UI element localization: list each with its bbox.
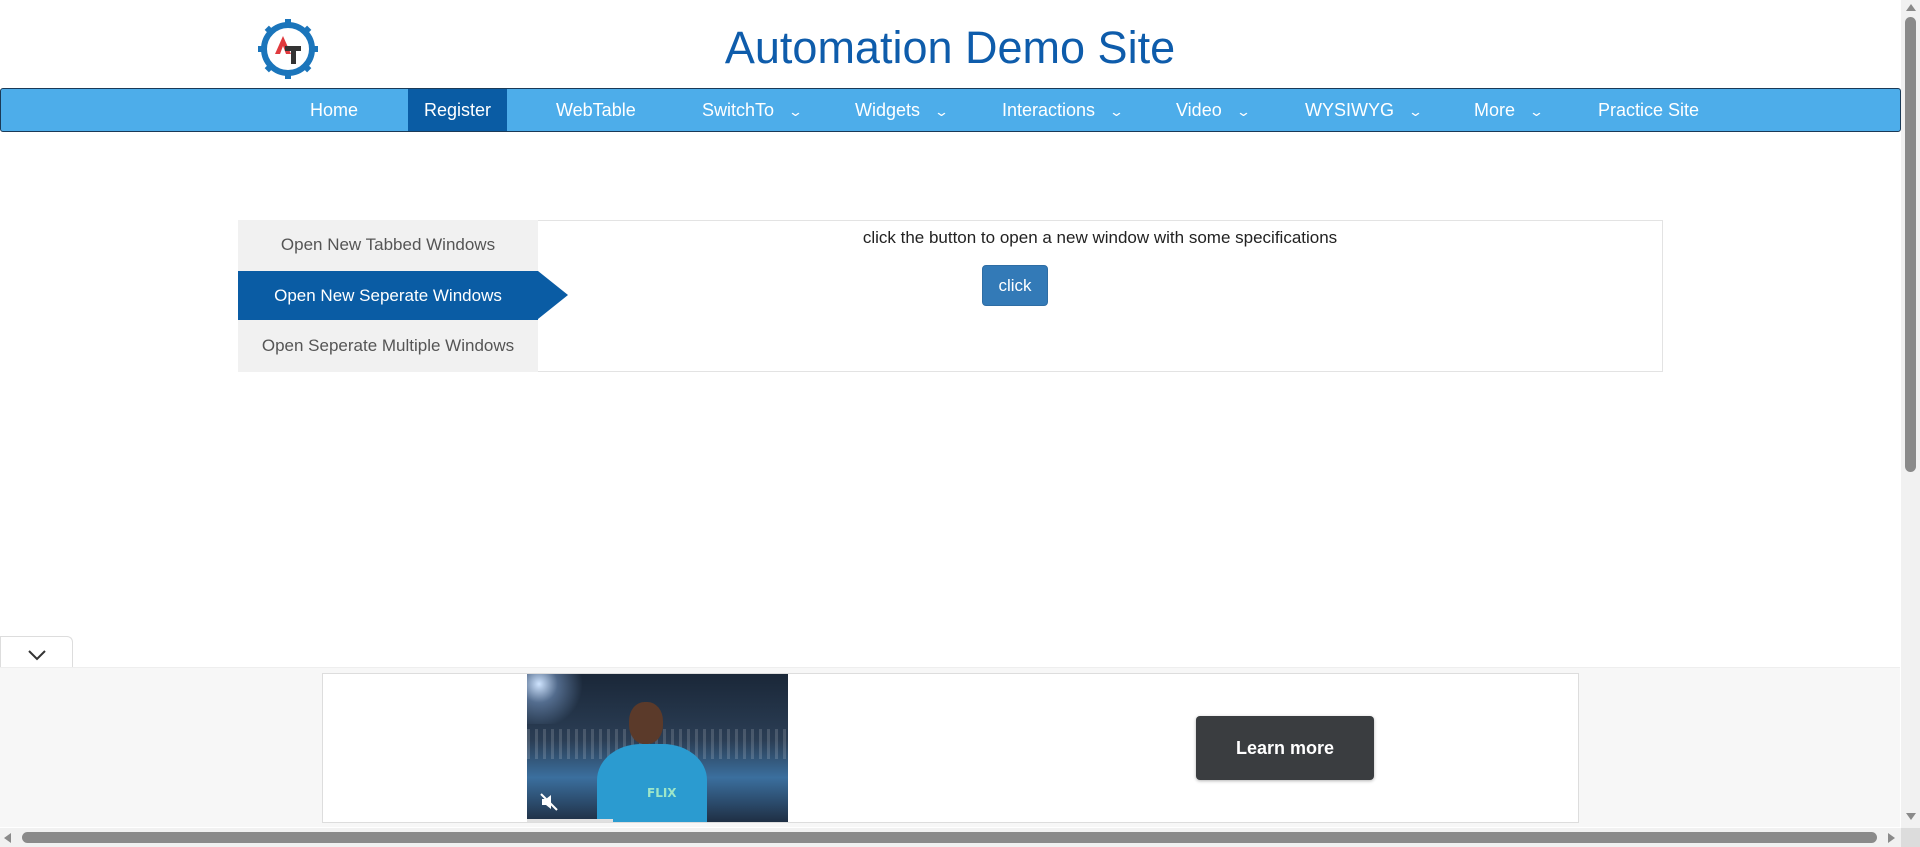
nav-item-interactions[interactable]: Interactions ⌄ xyxy=(986,89,1138,131)
nav-label: Practice Site xyxy=(1598,100,1700,120)
scroll-up-arrow-icon[interactable] xyxy=(1906,4,1916,11)
ad-container xyxy=(322,673,1579,823)
tab-label: Open New Seperate Windows xyxy=(274,286,502,305)
ad-collapse-toggle[interactable] xyxy=(0,636,73,668)
scrollbar-corner xyxy=(1901,828,1920,847)
nav-item-switchto[interactable]: SwitchTo ⌄ xyxy=(686,89,817,131)
nav-label: Interactions xyxy=(1002,100,1096,120)
nav-item-video[interactable]: Video ⌄ xyxy=(1160,89,1265,131)
nav-item-home[interactable]: Home xyxy=(294,89,374,131)
chevron-down-icon: ⌄ xyxy=(1235,104,1251,119)
mute-icon[interactable] xyxy=(539,792,559,812)
nav-label: WebTable xyxy=(556,100,636,120)
chevron-down-icon: ⌄ xyxy=(933,104,950,119)
instruction-text: click the button to open a new window wi… xyxy=(862,228,1338,247)
chevron-down-icon: ⌄ xyxy=(1407,104,1424,119)
open-window-button[interactable]: click xyxy=(982,265,1048,306)
tab-label: Open Seperate Multiple Windows xyxy=(261,336,515,355)
nav-item-webtable[interactable]: WebTable xyxy=(540,89,652,131)
active-tab-arrow-icon xyxy=(538,271,568,319)
page: Automation Demo Site Home Register WebTa… xyxy=(0,0,1920,847)
scroll-left-arrow-icon[interactable] xyxy=(4,833,11,843)
main-nav: Home Register WebTable SwitchTo ⌄ Widgets… xyxy=(0,88,1901,132)
ad-person-jersey xyxy=(597,744,707,822)
nav-label: Home xyxy=(310,100,359,120)
chevron-down-icon: ⌄ xyxy=(1528,104,1545,119)
vertical-scrollbar[interactable] xyxy=(1901,0,1920,847)
nav-item-register[interactable]: Register xyxy=(408,89,508,131)
nav-label: Widgets xyxy=(855,100,921,120)
stadium-light xyxy=(527,674,587,724)
learn-more-button[interactable]: Learn more xyxy=(1196,716,1374,780)
nav-label: Video xyxy=(1176,100,1222,120)
tab-label: Open New Tabbed Windows xyxy=(280,235,496,254)
chevron-down-icon: ⌄ xyxy=(1108,104,1125,119)
nav-label: More xyxy=(1474,100,1516,120)
nav-item-more[interactable]: More ⌄ xyxy=(1458,89,1558,131)
nav-item-wysiwyg[interactable]: WYSIWYG ⌄ xyxy=(1289,89,1437,131)
chevron-down-icon xyxy=(28,650,46,661)
scroll-right-arrow-icon[interactable] xyxy=(1888,833,1895,843)
page-title: Automation Demo Site xyxy=(724,22,1176,73)
video-progress-bar xyxy=(527,819,614,822)
nav-label: Register xyxy=(424,100,492,120)
ad-person-head xyxy=(629,702,663,744)
nav-item-practice-site[interactable]: Practice Site xyxy=(1582,89,1715,131)
windows-tab-list: Open New Tabbed Windows Open New Seperat… xyxy=(238,220,568,372)
tab-open-new-tabbed-windows[interactable]: Open New Tabbed Windows xyxy=(238,220,538,269)
nav-item-widgets[interactable]: Widgets ⌄ xyxy=(839,89,963,131)
horizontal-scroll-thumb[interactable] xyxy=(22,832,1877,843)
tab-open-new-seperate-windows[interactable]: Open New Seperate Windows xyxy=(238,271,568,320)
vertical-scroll-thumb[interactable] xyxy=(1905,17,1916,472)
scroll-down-arrow-icon[interactable] xyxy=(1906,813,1916,820)
nav-label: WYSIWYG xyxy=(1305,100,1394,120)
chevron-down-icon: ⌄ xyxy=(787,104,804,119)
ad-video[interactable]: FLIX xyxy=(527,674,788,822)
tab-open-seperate-multiple-windows[interactable]: Open Seperate Multiple Windows xyxy=(238,321,538,370)
jersey-text: FLIX xyxy=(647,786,677,800)
nav-label: SwitchTo xyxy=(702,100,775,120)
horizontal-scrollbar[interactable] xyxy=(0,828,1901,847)
